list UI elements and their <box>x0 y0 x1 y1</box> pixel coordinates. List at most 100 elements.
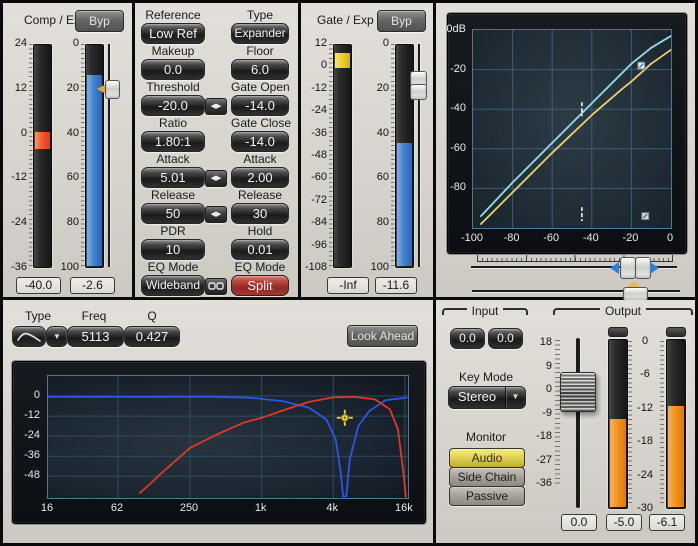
gate-level-readout[interactable]: -Inf <box>327 277 369 294</box>
output-clip-led-left[interactable] <box>608 327 628 337</box>
gate-fader-fill <box>397 143 412 266</box>
gate-release-value[interactable]: 30 <box>231 203 289 224</box>
param-row: Threshold -20.0 <box>141 80 205 116</box>
gate-close-value[interactable]: -14.0 <box>231 131 289 152</box>
transfer-curves <box>473 30 671 228</box>
monitor-side-chain-button[interactable]: Side Chain <box>449 467 525 487</box>
monitor-label: Monitor <box>450 430 522 444</box>
makeup-slider-handle[interactable] <box>623 287 648 301</box>
c1-plugin-window: Comp / Exp Byp 24 12 0 -12 -24 -36 -40.0… <box>0 0 698 546</box>
stereo-link-icon <box>208 282 224 291</box>
param-row: Release 50 <box>141 188 205 224</box>
param-row: PDR 10 <box>141 224 205 260</box>
gate-attack-value[interactable]: 2.00 <box>231 167 289 188</box>
param-label: Attack <box>231 152 289 166</box>
comp-attack-value[interactable]: 5.01 <box>141 167 205 188</box>
ratio-value[interactable]: 1.80:1 <box>141 131 205 152</box>
release-link-button[interactable]: ◀▶ <box>205 206 227 223</box>
key-mode-value: Stereo <box>449 387 505 408</box>
tick-label: 0 <box>3 127 27 139</box>
tick-label: -36 <box>524 477 552 489</box>
makeup-value[interactable]: 0.0 <box>141 59 205 80</box>
threshold-link-button[interactable]: ◀▶ <box>205 98 227 115</box>
eq-curves <box>48 376 408 498</box>
axis-tick-label: -80 <box>450 181 466 193</box>
transfer-plot-area[interactable] <box>472 29 672 229</box>
axis-tick-label: 1k <box>255 502 267 514</box>
tick-label: -18 <box>632 435 658 447</box>
gate-level-meter-fill <box>335 53 350 69</box>
eq-freq-value[interactable]: 5113 <box>67 326 124 347</box>
axis-tick-label: -48 <box>24 469 40 481</box>
gate-type-value[interactable]: Expander <box>231 23 289 44</box>
output-fader-readout[interactable]: 0.0 <box>561 514 597 531</box>
output-clip-led-right[interactable] <box>666 327 686 337</box>
threshold-slider-left-arrow-icon[interactable] <box>610 262 619 274</box>
transfer-graph-panel: 0dB-20-40-60-80 -100-80-60-40-200 <box>436 3 695 297</box>
hold-value[interactable]: 0.01 <box>231 239 289 260</box>
comp-fader-scale: 0 20 40 60 80 100 <box>55 37 79 273</box>
param-label: Floor <box>231 44 289 58</box>
key-mode-dropdown[interactable]: Stereo ▼ <box>448 386 526 409</box>
eq-plot-area[interactable] <box>47 375 409 499</box>
gate-bypass-button[interactable]: Byp <box>377 10 426 32</box>
output-fader-knob[interactable] <box>560 372 596 412</box>
axis-tick-label: -40 <box>583 232 599 244</box>
monitor-passive-button[interactable]: Passive <box>449 486 525 506</box>
bracket-line <box>646 308 693 315</box>
threshold-slider-handle-left[interactable] <box>620 257 636 279</box>
comp-fader-handle[interactable] <box>105 80 120 99</box>
makeup-slider-track[interactable] <box>472 290 680 292</box>
tick-label: -84 <box>301 216 327 228</box>
comp-gr-readout[interactable]: -40.0 <box>16 277 61 294</box>
output-fader-ticks <box>555 340 560 485</box>
tick-label: 60 <box>55 171 79 183</box>
eq-mode-link-button[interactable] <box>205 278 227 295</box>
pdr-value[interactable]: 10 <box>141 239 205 260</box>
output-meter-right-readout[interactable]: -6.1 <box>649 514 685 531</box>
tick-label: -24 <box>301 104 327 116</box>
gate-fader-handle-lower[interactable] <box>410 84 427 100</box>
comp-release-value[interactable]: 50 <box>141 203 205 224</box>
input-right-value[interactable]: 0.0 <box>488 328 523 349</box>
comp-eq-mode-value[interactable]: Wideband <box>141 275 205 296</box>
comp-gr-meter <box>33 44 52 268</box>
tick-label: 12 <box>301 37 327 49</box>
chevron-down-icon[interactable]: ▼ <box>505 387 525 408</box>
output-meter-left-readout[interactable]: -5.0 <box>606 514 642 531</box>
axis-tick-label: -36 <box>24 449 40 461</box>
comp-fader-bar[interactable] <box>85 44 104 268</box>
comp-params-column: Reference Low Ref Makeup 0.0 Threshold -… <box>141 8 205 296</box>
tick-label: -9 <box>524 407 552 419</box>
gate-open-value[interactable]: -14.0 <box>231 95 289 116</box>
axis-tick-label: -24 <box>24 429 40 441</box>
output-meter-left-fill <box>610 419 626 507</box>
comp-bypass-button[interactable]: Byp <box>75 10 124 32</box>
output-fader-track[interactable] <box>576 338 580 508</box>
reference-value[interactable]: Low Ref <box>141 23 205 44</box>
tick-label: 40 <box>365 127 389 139</box>
tick-label: 40 <box>55 127 79 139</box>
threshold-value[interactable]: -20.0 <box>141 95 205 116</box>
gate-fader-readout[interactable]: -11.6 <box>375 277 417 294</box>
comp-fader-readout[interactable]: -2.6 <box>70 277 115 294</box>
attack-link-button[interactable]: ◀▶ <box>205 170 227 187</box>
axis-tick-label: -80 <box>504 232 520 244</box>
floor-value[interactable]: 6.0 <box>231 59 289 80</box>
eq-type-dropdown-arrow[interactable]: ▼ <box>46 326 68 347</box>
threshold-slider-right-arrow-icon[interactable] <box>650 262 659 274</box>
bracket-line <box>553 308 600 315</box>
input-left-value[interactable]: 0.0 <box>450 328 485 349</box>
eq-q-label: Q <box>125 309 179 323</box>
tick-label: 18 <box>524 336 552 348</box>
comp-fader-fill <box>87 75 102 266</box>
eq-type-button[interactable] <box>12 326 46 347</box>
threshold-slider-handle-right[interactable] <box>635 257 651 279</box>
comp-fader-track[interactable] <box>108 44 110 267</box>
param-row: Reference Low Ref <box>141 8 205 44</box>
eq-q-value[interactable]: 0.427 <box>124 326 180 347</box>
monitor-audio-button[interactable]: Audio <box>449 448 525 468</box>
look-ahead-button[interactable]: Look Ahead <box>347 325 418 347</box>
gate-eq-mode-value[interactable]: Split <box>231 275 289 296</box>
bracket-line <box>442 308 467 315</box>
